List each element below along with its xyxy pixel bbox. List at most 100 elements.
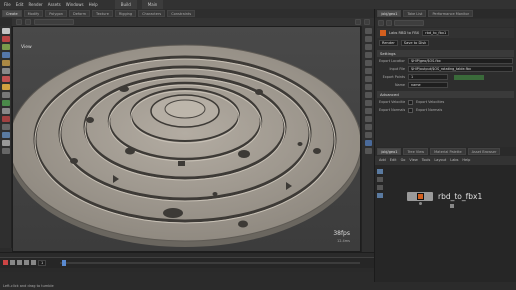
export-points-field[interactable]: 1	[408, 74, 448, 80]
path-field[interactable]	[394, 20, 424, 26]
export-location-field[interactable]: $HIP/geo/$OS.fbx	[408, 58, 513, 64]
camera-tool-icon[interactable]	[2, 140, 10, 146]
node-output-icon[interactable]	[419, 202, 422, 205]
handle-tool-icon[interactable]	[2, 60, 10, 66]
menu-item-assets[interactable]: Assets	[48, 0, 61, 9]
wireframe-icon[interactable]	[365, 52, 372, 58]
net-menu-edit[interactable]: Edit	[390, 156, 397, 165]
export-velocities-checkbox[interactable]	[408, 99, 413, 105]
flipbook-icon[interactable]	[365, 132, 372, 138]
step-forward-icon[interactable]	[24, 260, 29, 265]
shelf-tab-texture[interactable]: Texture	[92, 10, 113, 17]
misc-tool-icon[interactable]	[2, 124, 10, 130]
menu-item-render[interactable]: Render	[28, 0, 42, 9]
name-field[interactable]: name	[408, 82, 448, 88]
shelf-tab-deform[interactable]: Deform	[69, 10, 91, 17]
display-option-icon[interactable]	[365, 28, 372, 34]
input-file-field[interactable]: $HIP/output/$OS_rotating_table.fbx	[408, 66, 513, 72]
shelf-tab-constraints[interactable]: Constraints	[167, 10, 196, 17]
current-frame-field[interactable]: 1	[38, 260, 47, 266]
tab-obj-geo1[interactable]: /obj/geo1	[377, 10, 402, 17]
grid-toggle-icon[interactable]	[365, 148, 372, 154]
shelf-tab-polygon[interactable]: Polygon	[45, 10, 68, 17]
node-name-field[interactable]: rbd_to_fbx1	[422, 30, 450, 36]
background-icon[interactable]	[365, 100, 372, 106]
safe-area-icon[interactable]	[365, 116, 372, 122]
view-cube-icon[interactable]	[365, 140, 372, 146]
shelf-tab-characters[interactable]: Characters	[138, 10, 166, 17]
menu-item-help[interactable]: Help	[89, 0, 98, 9]
tab-performance-monitor[interactable]: Performance Monitor	[428, 10, 474, 17]
lighting-icon[interactable]	[365, 36, 372, 42]
frame-marker[interactable]	[62, 260, 66, 266]
view-tool-icon[interactable]	[2, 92, 10, 98]
build-dropdown[interactable]: Build	[114, 0, 137, 9]
shading-icon[interactable]	[365, 44, 372, 50]
snapshot-icon[interactable]	[365, 124, 372, 130]
network-tool-icon[interactable]	[377, 169, 383, 174]
network-tool-icon[interactable]	[377, 193, 383, 198]
visualizer-icon[interactable]	[365, 92, 372, 98]
section-advanced[interactable]: Advanced	[377, 91, 514, 98]
menu-item-edit[interactable]: Edit	[16, 0, 24, 9]
tab-take-list[interactable]: Take List	[403, 10, 427, 17]
net-menu-add[interactable]: Add	[379, 156, 386, 165]
network-tool-icon[interactable]	[377, 185, 383, 190]
section-settings[interactable]: Settings	[377, 50, 514, 57]
play-back-icon[interactable]	[3, 260, 8, 265]
param-row: Export Velocities Export Velocities	[375, 98, 516, 106]
select-tool-icon[interactable]	[2, 28, 10, 34]
move-tool-icon[interactable]	[2, 36, 10, 42]
network-editor[interactable]: rbd_to_fbx1	[375, 165, 516, 282]
scene-viewport[interactable]: View 38fps 12.4ms	[12, 26, 361, 252]
forward-arrow-icon[interactable]	[25, 19, 31, 25]
tab-material-palette[interactable]: Material Palette	[430, 148, 466, 155]
render-button[interactable]: Render	[379, 40, 398, 46]
tab-network-obj-geo1[interactable]: /obj/geo1	[377, 148, 402, 155]
frame-slider[interactable]	[60, 262, 360, 264]
play-forward-icon[interactable]	[31, 260, 36, 265]
path-field[interactable]	[34, 19, 74, 25]
export-normals-checkbox[interactable]	[408, 107, 413, 113]
menu-item-windows[interactable]: Windows	[66, 0, 84, 9]
net-menu-layout[interactable]: Layout	[434, 156, 446, 165]
rbd-to-fbx-node[interactable]	[407, 192, 433, 201]
back-arrow-icon[interactable]	[378, 20, 384, 26]
measure-icon[interactable]	[2, 108, 10, 114]
brush-icon[interactable]	[2, 84, 10, 90]
net-menu-help[interactable]: Help	[462, 156, 470, 165]
desktop-dropdown[interactable]: Main	[141, 0, 164, 9]
save-to-disk-button[interactable]: Save to Disk	[400, 40, 430, 46]
step-back-icon[interactable]	[10, 260, 15, 265]
net-menu-labs[interactable]: Labs	[450, 156, 458, 165]
shelf-tab-modify[interactable]: Modify	[23, 10, 44, 17]
lasso-icon[interactable]	[2, 132, 10, 138]
render-region-icon[interactable]	[2, 100, 10, 106]
pose-tool-icon[interactable]	[2, 68, 10, 74]
camera-icon[interactable]	[355, 19, 361, 25]
forward-arrow-icon[interactable]	[386, 20, 392, 26]
normals-icon[interactable]	[365, 68, 372, 74]
net-menu-tools[interactable]: Tools	[422, 156, 431, 165]
display-options-icon[interactable]	[364, 19, 370, 25]
tab-asset-browser[interactable]: Asset Browser	[467, 148, 501, 155]
shelf-tab-create[interactable]: Create	[2, 10, 22, 17]
net-menu-go[interactable]: Go	[401, 156, 406, 165]
back-arrow-icon[interactable]	[16, 19, 22, 25]
menu-item-file[interactable]: File	[4, 0, 11, 9]
tab-tree-view[interactable]: Tree View	[403, 148, 429, 155]
rotate-tool-icon[interactable]	[2, 44, 10, 50]
shelf-tab-rigging[interactable]: Rigging	[114, 10, 137, 17]
scale-tool-icon[interactable]	[2, 52, 10, 58]
bounding-box-icon[interactable]	[365, 76, 372, 82]
export-points-slider[interactable]	[454, 74, 484, 80]
guide-icon[interactable]	[365, 108, 372, 114]
stop-icon[interactable]	[17, 260, 22, 265]
grid-icon[interactable]	[2, 148, 10, 154]
network-tool-icon[interactable]	[377, 177, 383, 182]
net-menu-view[interactable]: View	[409, 156, 417, 165]
points-icon[interactable]	[365, 60, 372, 66]
snap-icon[interactable]	[2, 76, 10, 82]
record-icon[interactable]	[2, 116, 10, 122]
ghost-icon[interactable]	[365, 84, 372, 90]
